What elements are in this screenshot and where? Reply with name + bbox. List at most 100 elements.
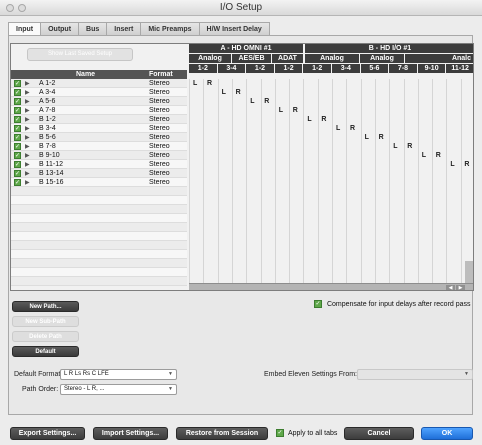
disclosure-triangle-icon[interactable]: ▶ [25,143,30,150]
tab-input[interactable]: Input [8,22,42,36]
table-row[interactable] [11,277,187,286]
horizontal-scrollbar[interactable]: ◀ ▶ [189,283,473,290]
path-name[interactable]: B 9-10 [39,152,60,159]
cancel-button[interactable]: Cancel [344,427,414,440]
tab-hw-insert-delay[interactable]: H/W Insert Delay [199,22,270,36]
table-row[interactable] [11,259,187,268]
assign-right-cell[interactable]: R [464,161,469,168]
table-row[interactable]: ✓ ▶ B 13-14 Stereo [11,169,187,178]
path-name[interactable]: B 7-8 [39,143,56,150]
table-row[interactable] [11,196,187,205]
assign-right-cell[interactable]: R [264,98,269,105]
table-row[interactable] [11,241,187,250]
checkbox-checked-icon[interactable]: ✓ [14,179,21,186]
disclosure-triangle-icon[interactable]: ▶ [25,170,30,177]
assign-left-cell[interactable]: L [250,98,254,105]
checkbox-checked-icon[interactable]: ✓ [14,98,21,105]
assign-right-cell[interactable]: R [350,125,355,132]
assign-left-cell[interactable]: L [307,116,311,123]
import-settings-button[interactable]: Import Settings... [93,427,168,440]
checkbox-checked-icon[interactable]: ✓ [314,300,322,308]
default-format-select[interactable]: L R Ls Rs C LFE ▼ [60,369,177,380]
table-row[interactable]: ✓ ▶ B 5-6 Stereo [11,133,187,142]
assign-left-cell[interactable]: L [222,89,226,96]
assign-right-cell[interactable]: R [321,116,326,123]
table-row[interactable]: ✓ ▶ A 5-6 Stereo [11,97,187,106]
checkbox-checked-icon[interactable]: ✓ [14,89,21,96]
path-name[interactable]: B 5-6 [39,134,56,141]
checkbox-checked-icon[interactable]: ✓ [14,125,21,132]
checkbox-checked-icon[interactable]: ✓ [14,80,21,87]
checkbox-checked-icon[interactable]: ✓ [14,116,21,123]
restore-from-session-button[interactable]: Restore from Session [176,427,268,440]
disclosure-triangle-icon[interactable]: ▶ [25,152,30,159]
path-name[interactable]: B 3-4 [39,125,56,132]
checkbox-checked-icon[interactable]: ✓ [276,429,284,437]
table-row[interactable]: ✓ ▶ A 1-2 Stereo [11,79,187,88]
assign-left-cell[interactable]: L [279,107,283,114]
table-row[interactable]: ✓ ▶ B 9-10 Stereo [11,151,187,160]
show-last-saved-button[interactable]: Show Last Saved Setup [27,48,133,61]
assign-left-cell[interactable]: L [450,161,454,168]
table-row[interactable]: ✓ ▶ B 11-12 Stereo [11,160,187,169]
delete-path-button[interactable]: Delete Path [12,331,79,342]
new-path-button[interactable]: New Path... [12,301,79,312]
tab-bus[interactable]: Bus [79,22,108,36]
disclosure-triangle-icon[interactable]: ▶ [25,125,30,132]
checkbox-checked-icon[interactable]: ✓ [14,107,21,114]
path-name[interactable]: A 3-4 [39,89,55,96]
path-name[interactable]: A 7-8 [39,107,55,114]
disclosure-triangle-icon[interactable]: ▶ [25,179,30,186]
table-row[interactable]: ✓ ▶ A 7-8 Stereo [11,106,187,115]
path-name[interactable]: B 1-2 [39,116,56,123]
apply-all-tabs-option[interactable]: ✓ Apply to all tabs [276,429,337,437]
checkbox-checked-icon[interactable]: ✓ [14,143,21,150]
disclosure-triangle-icon[interactable]: ▶ [25,89,30,96]
scroll-right-icon[interactable]: ▶ [456,285,465,290]
embed-settings-select[interactable]: ▼ [357,369,473,380]
disclosure-triangle-icon[interactable]: ▶ [25,134,30,141]
table-row[interactable]: ✓ ▶ B 3-4 Stereo [11,124,187,133]
disclosure-triangle-icon[interactable]: ▶ [25,107,30,114]
ok-button[interactable]: OK [421,427,473,440]
new-sub-path-button[interactable]: New Sub-Path [12,316,79,327]
table-row[interactable] [11,223,187,232]
compensate-option[interactable]: ✓ Compensate for input delays after reco… [314,300,471,308]
assign-left-cell[interactable]: L [365,134,369,141]
assign-right-cell[interactable]: R [207,80,212,87]
table-row[interactable]: ✓ ▶ A 3-4 Stereo [11,88,187,97]
table-row[interactable] [11,250,187,259]
table-row[interactable] [11,205,187,214]
table-row[interactable]: ✓ ▶ B 15-16 Stereo [11,178,187,187]
table-row[interactable] [11,268,187,277]
assign-right-cell[interactable]: R [436,152,441,159]
assign-right-cell[interactable]: R [379,134,384,141]
table-row[interactable] [11,187,187,196]
assign-left-cell[interactable]: L [193,80,197,87]
table-row[interactable]: ✓ ▶ B 7-8 Stereo [11,142,187,151]
vertical-scrollbar[interactable] [465,261,473,283]
path-order-select[interactable]: Stereo - L R, ... ▼ [60,384,177,395]
path-name[interactable]: B 15-16 [39,179,64,186]
checkbox-checked-icon[interactable]: ✓ [14,170,21,177]
path-name[interactable]: A 1-2 [39,80,55,87]
assign-left-cell[interactable]: L [422,152,426,159]
assign-right-cell[interactable]: R [236,89,241,96]
export-settings-button[interactable]: Export Settings... [10,427,85,440]
assign-right-cell[interactable]: R [407,143,412,150]
checkbox-checked-icon[interactable]: ✓ [14,152,21,159]
disclosure-triangle-icon[interactable]: ▶ [25,98,30,105]
disclosure-triangle-icon[interactable]: ▶ [25,80,30,87]
table-row[interactable] [11,214,187,223]
checkbox-checked-icon[interactable]: ✓ [14,134,21,141]
disclosure-triangle-icon[interactable]: ▶ [25,161,30,168]
disclosure-triangle-icon[interactable]: ▶ [25,116,30,123]
table-row[interactable] [11,232,187,241]
table-row[interactable]: ✓ ▶ B 1-2 Stereo [11,115,187,124]
path-name[interactable]: A 5-6 [39,98,55,105]
checkbox-checked-icon[interactable]: ✓ [14,161,21,168]
assign-left-cell[interactable]: L [393,143,397,150]
tab-mic-preamps[interactable]: Mic Preamps [141,22,200,36]
default-button[interactable]: Default [12,346,79,357]
tab-output[interactable]: Output [41,22,80,36]
